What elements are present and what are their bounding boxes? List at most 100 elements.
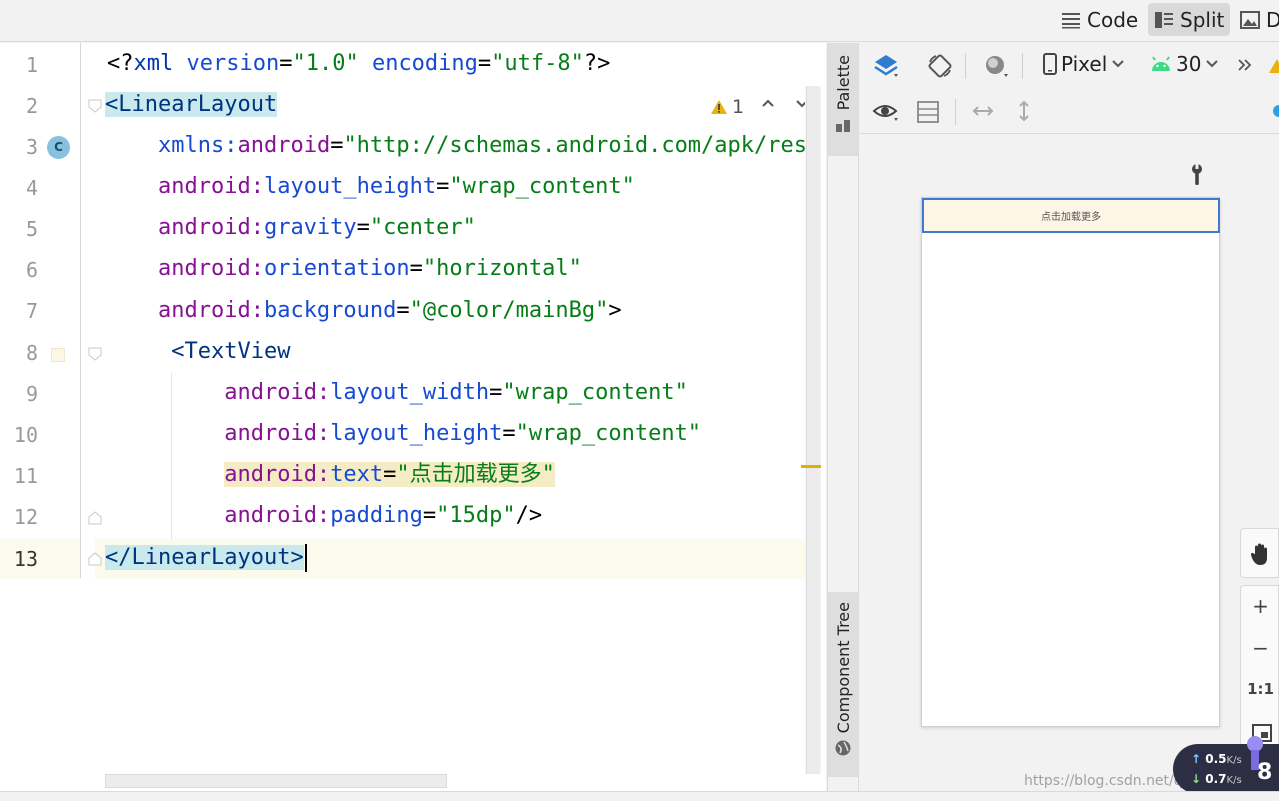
layout-validation-button[interactable] [1188,163,1206,187]
warning-count: 1 [732,96,745,118]
chevron-down-icon [1112,60,1124,68]
warning-icon [1269,59,1279,73]
upload-speed: ↑ 0.5K/s [1191,752,1242,766]
zoom-controls: + − 1:1 [1240,585,1279,755]
api-level-label: 30 [1176,52,1202,76]
widget-badge: 8 [1257,760,1273,785]
code-line: android:layout_height="wrap_content" [157,174,635,199]
code-lines-icon [1062,12,1080,28]
code-line: xmlns:android="http://schemas.android.co… [157,133,808,158]
component-tree-tab[interactable]: Component Tree [828,592,858,777]
vertical-arrows-icon [1019,100,1029,122]
design-view-toolbar [860,88,1279,134]
code-line: <TextView [171,339,291,364]
info-icon [1273,105,1279,117]
device-label: Pixel [1061,52,1108,76]
warning-indicator-button[interactable] [1269,57,1279,75]
line-number: 9 [25,382,38,406]
inspection-widget[interactable]: 1 [710,96,744,118]
device-preview-screen[interactable] [921,197,1220,727]
design-mode-label: D [1266,7,1279,32]
pan-button[interactable] [1249,541,1273,567]
line-number: 11 [13,464,38,488]
theme-icon [986,56,1008,77]
line-number: 13 [13,547,38,571]
warning-icon [711,100,727,114]
code-content[interactable]: <?xml version="1.0" encoding="utf-8"?> <… [95,43,808,791]
line-number: 3 [25,135,38,159]
network-speed-widget[interactable]: ↑ 0.5K/s ↓ 0.7K/s 8 [1173,736,1279,794]
hand-icon [1250,543,1267,565]
code-line: <?xml version="1.0" encoding="utf-8"?> [107,51,611,76]
orientation-button[interactable] [926,52,954,80]
status-bar [0,791,1279,801]
preview-text-view[interactable]: 点击加载更多 [1041,208,1101,223]
split-mode-button[interactable]: Split [1148,3,1231,36]
image-icon [1240,10,1260,29]
download-speed: ↓ 0.7K/s [1191,772,1242,786]
line-number: 6 [25,258,38,282]
design-toolbar: Pixel 30 [860,43,1279,88]
xml-code-editor[interactable]: 1 2 3 4 5 6 7 8 9 10 11 12 13 C <?xml ve… [0,43,826,791]
previous-highlight-button[interactable] [760,95,776,116]
code-line: android:layout_width="wrap_content" [224,380,688,405]
split-view-icon [1155,11,1173,28]
line-number: 2 [25,94,38,118]
palette-tab-label: Palette [833,55,853,111]
info-indicator[interactable] [1272,104,1279,118]
class-badge-icon[interactable]: C [47,136,70,159]
palette-icon [836,120,850,133]
zoom-actual-size-button[interactable]: 1:1 [1241,680,1279,698]
code-line: <LinearLayout [105,92,278,117]
view-options-button[interactable] [872,98,900,124]
horizontal-arrows-icon [972,106,994,116]
line-number: 1 [25,53,38,77]
android-icon [1152,56,1170,71]
api-level-selector[interactable]: 30 [1150,52,1219,76]
editor-mode-bar: Code Split D [0,0,1279,42]
device-selector[interactable]: Pixel [1043,52,1125,76]
text-caret [304,544,307,572]
line-number: 5 [25,217,38,241]
horizontal-scroll-thumb[interactable] [105,774,447,788]
double-chevron-right-icon [1238,59,1252,71]
rotate-device-icon [928,54,952,78]
vertical-scroll-thumb[interactable] [806,86,820,774]
zoom-in-button[interactable]: + [1241,594,1279,618]
eye-icon [872,105,898,121]
line-number: 12 [13,505,38,529]
phone-icon [1043,53,1057,75]
code-line: </LinearLayout> [105,537,808,578]
theme-button[interactable] [982,52,1010,80]
chevron-down-icon [1206,60,1219,68]
line-number: 4 [25,176,38,200]
overflow-button[interactable] [1236,55,1254,75]
chevron-up-icon [762,99,774,107]
component-tree-tab-label: Component Tree [833,602,853,734]
warning-marker[interactable] [801,465,821,468]
zoom-out-button[interactable]: − [1241,636,1279,660]
line-number: 10 [13,423,38,447]
gutter-divider [80,43,81,578]
code-line: android:padding="15dp"/> [224,503,543,528]
wrench-icon [1192,164,1202,185]
code-mode-label: Code [1087,7,1139,32]
code-line: android:orientation="horizontal" [157,256,582,281]
globe-icon [835,740,851,756]
preview-linear-layout[interactable]: 点击加载更多 [922,198,1220,233]
line-number: 7 [25,299,38,323]
palette-tab[interactable]: Palette [828,43,858,156]
code-mode-button[interactable]: Code [1055,3,1144,36]
split-mode-label: Split [1180,7,1225,32]
layers-button[interactable] [872,52,900,80]
design-mode-button[interactable]: D [1234,3,1279,36]
color-swatch-icon[interactable] [51,348,65,362]
layers-icon [874,55,898,77]
code-line: android:background="@color/mainBg"> [157,298,622,323]
blueprint-button[interactable] [916,100,940,124]
horizontal-resize-button[interactable] [970,100,996,122]
line-number: 8 [25,341,38,365]
code-line: android:text="点击加载更多" [224,462,555,487]
vertical-resize-button[interactable] [1015,98,1033,124]
code-line: android:gravity="center" [157,215,476,240]
